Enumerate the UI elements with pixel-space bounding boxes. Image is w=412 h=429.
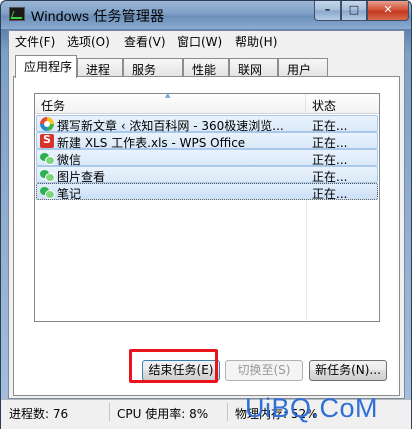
highlight-annotation (129, 349, 218, 383)
menu-view[interactable]: 查看(V) (124, 33, 166, 50)
360-browser-icon (40, 117, 54, 131)
task-name: 笔记 (57, 185, 302, 202)
status-separator (109, 403, 110, 421)
wechat-icon (40, 185, 54, 199)
wps-icon (40, 134, 54, 148)
tab-performance[interactable]: 性能 (183, 58, 229, 77)
task-row[interactable]: 笔记 正在... (36, 183, 378, 200)
close-button[interactable]: ✕ (367, 1, 409, 21)
wechat-icon (40, 151, 54, 165)
minimize-button[interactable]: – (314, 1, 341, 21)
window-title: Windows 任务管理器 (31, 6, 164, 26)
menu-window[interactable]: 窗口(W) (177, 33, 222, 50)
maximize-button[interactable]: □ (341, 1, 367, 21)
watermark-logo: UiBQ.CoM (245, 393, 378, 424)
task-status: 正在... (312, 185, 347, 202)
task-row[interactable]: 微信 正在... (36, 149, 378, 166)
task-row[interactable]: 撰写新文章 ‹ 浓知百科网 - 360极速浏览... 正在... (36, 115, 378, 132)
status-separator (227, 403, 228, 421)
tab-processes[interactable]: 进程 (77, 58, 123, 77)
column-task-label: 任务 (41, 99, 65, 113)
task-manager-icon (9, 7, 25, 21)
title-bar[interactable]: Windows 任务管理器 – □ ✕ (1, 1, 411, 29)
menu-help[interactable]: 帮助(H) (235, 33, 277, 50)
task-row[interactable]: 图片查看 正在... (36, 166, 378, 183)
task-list[interactable]: ▲ 任务 状态 撰写新文章 ‹ 浓知百科网 - 360极速浏览... 正在...… (34, 93, 380, 322)
task-row[interactable]: 新建 XLS 工作表.xls - WPS Office 正在... (36, 132, 378, 149)
cpu-usage: CPU 使用率: 8% (117, 405, 208, 422)
switch-to-button[interactable]: 切换至(S) (225, 360, 303, 381)
tab-networking[interactable]: 联网 (229, 58, 278, 77)
column-status-label: 状态 (312, 99, 336, 113)
new-task-button[interactable]: 新任务(N)... (309, 360, 387, 381)
menu-options[interactable]: 选项(O) (67, 33, 110, 50)
column-header-task[interactable]: ▲ 任务 (35, 94, 306, 114)
tab-services[interactable]: 服务 (123, 58, 183, 77)
tab-strip: 应用程序 进程 服务 性能 联网 用户 (9, 55, 404, 77)
menu-bar: 文件(F) 选项(O) 查看(V) 窗口(W) 帮助(H) (9, 31, 404, 51)
sort-arrow-icon: ▲ (165, 91, 170, 99)
wechat-icon (40, 168, 54, 182)
menu-file[interactable]: 文件(F) (15, 33, 55, 50)
task-manager-window: Windows 任务管理器 – □ ✕ 文件(F) 选项(O) 查看(V) 窗口… (0, 0, 412, 429)
column-header-status[interactable]: 状态 (306, 94, 379, 114)
applications-panel: ▲ 任务 状态 撰写新文章 ‹ 浓知百科网 - 360极速浏览... 正在...… (13, 76, 400, 396)
process-count: 进程数: 76 (9, 405, 68, 422)
client-area: 文件(F) 选项(O) 查看(V) 窗口(W) 帮助(H) 应用程序 进程 服务… (8, 30, 405, 399)
tab-users[interactable]: 用户 (278, 58, 328, 77)
tab-applications[interactable]: 应用程序 (15, 55, 77, 78)
